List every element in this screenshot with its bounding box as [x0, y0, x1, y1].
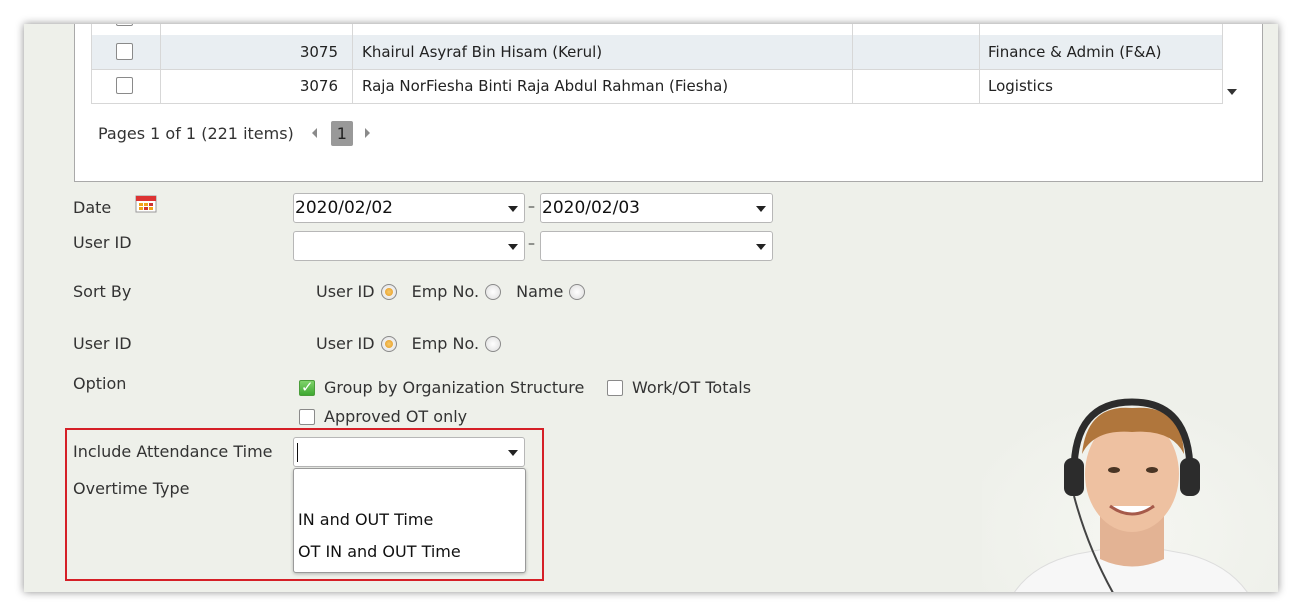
chevron-down-icon[interactable] [756, 206, 766, 212]
userid-empno-radio[interactable] [485, 335, 502, 352]
sortby-label: Sort By [73, 282, 132, 301]
date-label: Date [73, 198, 112, 217]
date-from-value: 2020/02/02 [295, 198, 393, 218]
work-ot-totals-option[interactable]: Work/OT Totals [607, 378, 751, 397]
work-ot-totals-label: Work/OT Totals [632, 378, 752, 397]
sortby-option-label: Emp No. [411, 282, 480, 301]
report-window: 3075 Khairul Asyraf Bin Hisam (Kerul) Fi… [24, 24, 1278, 592]
grid-scroll-area[interactable]: 3075 Khairul Asyraf Bin Hisam (Kerul) Fi… [91, 24, 1247, 105]
table-row[interactable]: 3075 Khairul Asyraf Bin Hisam (Kerul) Fi… [91, 35, 1223, 70]
userid-option-label: Emp No. [411, 334, 480, 353]
calendar-icon[interactable] [135, 195, 157, 213]
chevron-down-icon[interactable] [508, 206, 518, 212]
date-to-select[interactable]: 2020/02/03 [540, 193, 773, 223]
empty-cell [853, 69, 980, 103]
dropdown-option-in-out-time[interactable]: IN and OUT Time [298, 506, 433, 534]
sortby-option-label: User ID [316, 282, 375, 301]
name-cell: Raja NorFiesha Binti Raja Abdul Rahman (… [353, 69, 853, 103]
sortby-userid-radio[interactable] [380, 283, 397, 300]
scroll-down-arrow-icon[interactable] [1227, 89, 1237, 95]
department-cell: Finance & Admin (F&A) [980, 35, 1223, 69]
userid-to-select[interactable] [540, 231, 773, 261]
userid-radio-group: User ID Emp No. [316, 334, 516, 353]
page-button-current[interactable]: 1 [330, 120, 353, 146]
pager: Pages 1 of 1 (221 items) 1 [98, 120, 370, 146]
userid-from-select[interactable] [293, 231, 525, 261]
userid-option-label: User ID [316, 334, 375, 353]
approved-ot-checkbox[interactable] [299, 408, 315, 425]
include-attendance-select[interactable] [293, 437, 525, 467]
text-cursor [297, 443, 298, 462]
overtime-type-label: Overtime Type [73, 479, 190, 498]
userid-label: User ID [73, 334, 132, 353]
sortby-name-radio[interactable] [569, 283, 586, 300]
sortby-radio-group: User ID Emp No. Name [316, 282, 600, 301]
employee-grid: 3075 Khairul Asyraf Bin Hisam (Kerul) Fi… [74, 24, 1263, 182]
user-id-cell: 3076 [161, 69, 353, 103]
row-checkbox[interactable] [116, 43, 133, 60]
group-by-org-checkbox[interactable] [299, 378, 315, 396]
row-checkbox[interactable] [116, 77, 133, 94]
range-dash: – [528, 236, 535, 252]
prev-page-icon[interactable] [311, 128, 317, 138]
department-cell: Logistics [980, 69, 1223, 103]
next-page-icon[interactable] [364, 128, 370, 138]
approved-ot-label: Approved OT only [324, 407, 468, 426]
chevron-down-icon[interactable] [508, 450, 518, 456]
include-attendance-label: Include Attendance Time [73, 442, 273, 461]
date-from-select[interactable]: 2020/02/02 [293, 193, 525, 223]
include-attendance-dropdown-list[interactable]: IN and OUT Time OT IN and OUT Time [293, 468, 526, 573]
sortby-empno-radio[interactable] [485, 283, 502, 300]
date-to-value: 2020/02/03 [542, 198, 640, 218]
chevron-down-icon[interactable] [508, 244, 518, 250]
option-label: Option [73, 374, 127, 393]
user-id-cell: 3075 [161, 35, 353, 69]
userid-range-label: User ID [73, 233, 132, 252]
range-dash: – [528, 199, 535, 215]
work-ot-totals-checkbox[interactable] [607, 379, 623, 396]
group-by-org-label: Group by Organization Structure [324, 378, 585, 397]
chevron-down-icon[interactable] [756, 244, 766, 250]
group-by-org-option[interactable]: Group by Organization Structure [299, 378, 584, 397]
sortby-option-label: Name [516, 282, 564, 301]
table-row[interactable]: 3076 Raja NorFiesha Binti Raja Abdul Rah… [91, 69, 1223, 104]
name-cell: Khairul Asyraf Bin Hisam (Kerul) [353, 35, 853, 69]
pager-summary: Pages 1 of 1 (221 items) [98, 123, 294, 143]
empty-cell [853, 35, 980, 69]
dropdown-option-ot-in-out-time[interactable]: OT IN and OUT Time [298, 538, 461, 566]
person-with-headphones-image [982, 394, 1278, 592]
row-checkbox[interactable] [116, 24, 133, 26]
approved-ot-option[interactable]: Approved OT only [299, 407, 467, 426]
userid-userid-radio[interactable] [380, 335, 397, 352]
